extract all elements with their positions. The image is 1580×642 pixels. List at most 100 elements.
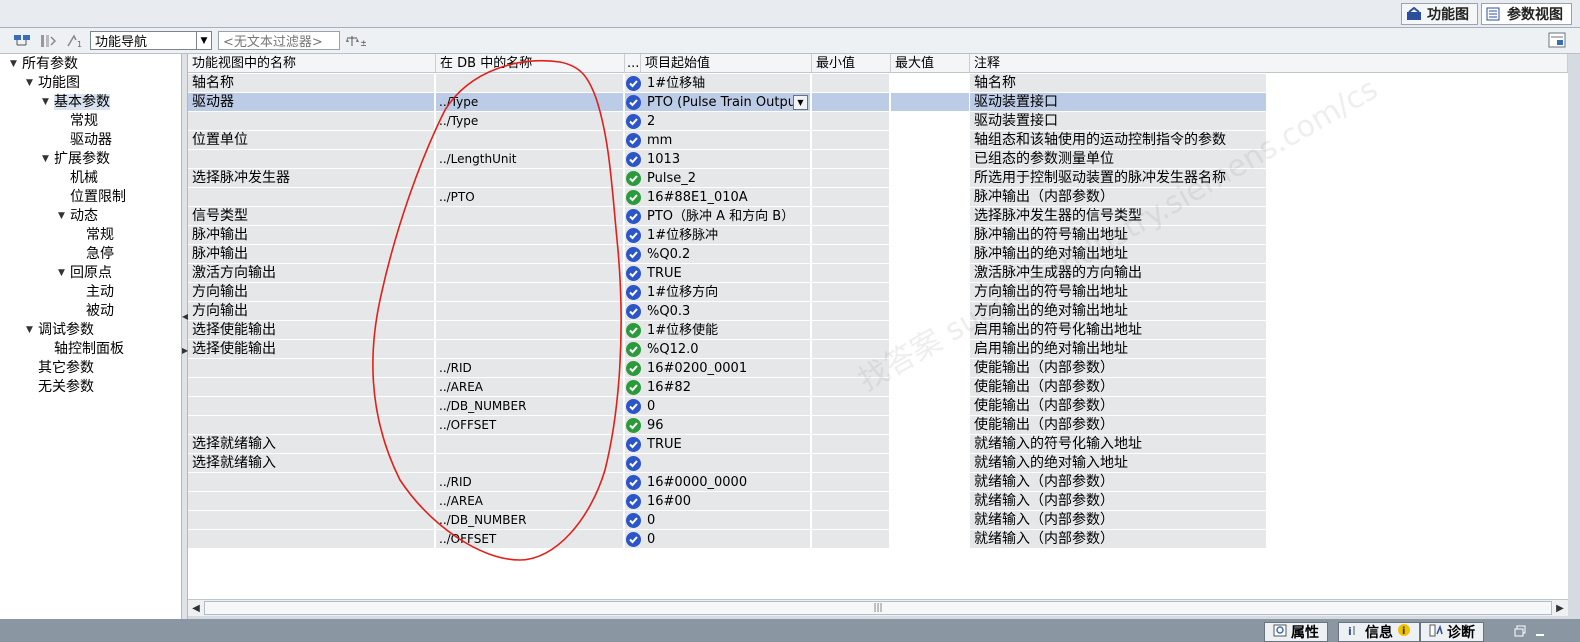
- cell-db-name[interactable]: [436, 321, 624, 340]
- table-row[interactable]: ../RID 16#0000_0000 就绪输入（内部参数）: [188, 473, 1268, 492]
- table-row[interactable]: 轴名称 1#位移轴 轴名称: [188, 74, 1268, 93]
- cell-comment[interactable]: 轴组态和该轴使用的运动控制指令的参数: [970, 131, 1266, 150]
- tree-item[interactable]: 常规: [74, 226, 114, 245]
- cell-function-name[interactable]: 信号类型: [188, 207, 435, 226]
- cell-start-value[interactable]: PTO（脉冲 A 和方向 B）: [625, 207, 811, 226]
- cell-min-value[interactable]: [812, 511, 890, 530]
- tree-item[interactable]: ▼ 回原点: [58, 264, 112, 283]
- tree-item[interactable]: ▼ 动态: [58, 207, 98, 226]
- tree-item[interactable]: ▼ 扩展参数: [42, 150, 110, 169]
- cell-start-value[interactable]: 1#位移使能: [625, 321, 811, 340]
- cell-min-value[interactable]: [812, 188, 890, 207]
- cell-db-name[interactable]: [436, 435, 624, 454]
- cell-min-value[interactable]: [812, 378, 890, 397]
- cell-comment[interactable]: 就绪输入（内部参数）: [970, 511, 1266, 530]
- cell-max-value[interactable]: [891, 245, 969, 264]
- expand-arrow-icon[interactable]: ▼: [58, 264, 70, 283]
- table-row[interactable]: 脉冲输出 %Q0.2 脉冲输出的绝对输出地址: [188, 245, 1268, 264]
- cell-min-value[interactable]: [812, 530, 890, 549]
- cell-db-name[interactable]: ../Type: [436, 93, 624, 112]
- cell-min-value[interactable]: [812, 112, 890, 131]
- cell-max-value[interactable]: [891, 131, 969, 150]
- header-comment[interactable]: 注释: [970, 54, 1568, 73]
- cell-comment[interactable]: 已组态的参数测量单位: [970, 150, 1266, 169]
- cell-min-value[interactable]: [812, 492, 890, 511]
- expand-arrow-icon[interactable]: ▼: [42, 93, 54, 112]
- cell-db-name[interactable]: [436, 169, 624, 188]
- cell-function-name[interactable]: 选择脉冲发生器: [188, 169, 435, 188]
- cell-min-value[interactable]: [812, 169, 890, 188]
- cell-function-name[interactable]: [188, 378, 435, 397]
- tree-item[interactable]: 驱动器: [58, 131, 112, 150]
- cell-start-value[interactable]: 16#00: [625, 492, 811, 511]
- cell-comment[interactable]: 脉冲输出（内部参数）: [970, 188, 1266, 207]
- cell-function-name[interactable]: [188, 397, 435, 416]
- cell-min-value[interactable]: [812, 397, 890, 416]
- cell-min-value[interactable]: [812, 150, 890, 169]
- tree-item[interactable]: ▼ 基本参数: [42, 93, 110, 112]
- table-row[interactable]: ../AREA 16#82 使能输出（内部参数）: [188, 378, 1268, 397]
- header-status[interactable]: ...: [625, 54, 641, 73]
- cell-function-name[interactable]: 激活方向输出: [188, 264, 435, 283]
- cell-max-value[interactable]: [891, 169, 969, 188]
- cell-min-value[interactable]: [812, 283, 890, 302]
- cell-max-value[interactable]: [891, 321, 969, 340]
- table-row[interactable]: ../DB_NUMBER 0 就绪输入（内部参数）: [188, 511, 1268, 530]
- tree-item[interactable]: 主动: [74, 283, 114, 302]
- cell-db-name[interactable]: [436, 283, 624, 302]
- cell-start-value[interactable]: 1#位移方向: [625, 283, 811, 302]
- tree-item[interactable]: 被动: [74, 302, 114, 321]
- horizontal-scrollbar[interactable]: ◀ ||| ▶: [188, 599, 1568, 616]
- table-row[interactable]: 信号类型 PTO（脉冲 A 和方向 B） 选择脉冲发生器的信号类型: [188, 207, 1268, 226]
- cell-min-value[interactable]: [812, 264, 890, 283]
- cell-start-value[interactable]: Pulse_2: [625, 169, 811, 188]
- header-max-value[interactable]: 最大值: [891, 54, 970, 73]
- cell-db-name[interactable]: ../AREA: [436, 492, 624, 511]
- tab-info[interactable]: i 信息 i: [1338, 622, 1420, 642]
- cell-function-name[interactable]: 选择就绪输入: [188, 435, 435, 454]
- cell-function-name[interactable]: [188, 188, 435, 207]
- cell-min-value[interactable]: [812, 302, 890, 321]
- chevron-down-icon[interactable]: ▼: [196, 32, 211, 49]
- cell-db-name[interactable]: ../PTO: [436, 188, 624, 207]
- cell-max-value[interactable]: [891, 188, 969, 207]
- table-row[interactable]: 激活方向输出 TRUE 激活脉冲生成器的方向输出: [188, 264, 1268, 283]
- table-row[interactable]: 脉冲输出 1#位移脉冲 脉冲输出的符号输出地址: [188, 226, 1268, 245]
- cell-max-value[interactable]: [891, 340, 969, 359]
- cell-function-name[interactable]: 方向输出: [188, 283, 435, 302]
- cell-comment[interactable]: 轴名称: [970, 74, 1266, 93]
- tab-function-view[interactable]: 功能图: [1401, 3, 1478, 25]
- cell-function-name[interactable]: 位置单位: [188, 131, 435, 150]
- expand-arrow-icon[interactable]: ▼: [58, 207, 70, 226]
- cell-max-value[interactable]: [891, 530, 969, 549]
- table-row[interactable]: ../OFFSET 96 使能输出（内部参数）: [188, 416, 1268, 435]
- cell-function-name[interactable]: [188, 359, 435, 378]
- cell-min-value[interactable]: [812, 226, 890, 245]
- cell-max-value[interactable]: [891, 93, 969, 112]
- cell-start-value[interactable]: 16#82: [625, 378, 811, 397]
- cell-function-name[interactable]: 方向输出: [188, 302, 435, 321]
- cell-db-name[interactable]: [436, 245, 624, 264]
- header-function-name[interactable]: 功能视图中的名称: [188, 54, 436, 73]
- cell-start-value[interactable]: 1013: [625, 150, 811, 169]
- cell-start-value[interactable]: 16#0000_0000: [625, 473, 811, 492]
- cell-comment[interactable]: 就绪输入（内部参数）: [970, 473, 1266, 492]
- cell-start-value[interactable]: 1#位移脉冲: [625, 226, 811, 245]
- cell-db-name[interactable]: ../Type: [436, 112, 624, 131]
- cell-db-name[interactable]: ../RID: [436, 359, 624, 378]
- cell-comment[interactable]: 方向输出的符号输出地址: [970, 283, 1266, 302]
- cell-db-name[interactable]: [436, 454, 624, 473]
- cell-db-name[interactable]: ../DB_NUMBER: [436, 397, 624, 416]
- cell-min-value[interactable]: [812, 473, 890, 492]
- cell-comment[interactable]: 驱动装置接口: [970, 112, 1266, 131]
- cell-max-value[interactable]: [891, 397, 969, 416]
- cell-max-value[interactable]: [891, 207, 969, 226]
- tree-item[interactable]: ▼ 功能图: [26, 74, 80, 93]
- cell-db-name[interactable]: ../OFFSET: [436, 530, 624, 549]
- table-row[interactable]: 选择就绪输入 就绪输入的绝对输入地址: [188, 454, 1268, 473]
- cell-comment[interactable]: 就绪输入（内部参数）: [970, 530, 1266, 549]
- cell-db-name[interactable]: [436, 226, 624, 245]
- cell-start-value[interactable]: 96: [625, 416, 811, 435]
- scroll-left-icon[interactable]: ◀: [189, 601, 203, 615]
- table-row[interactable]: ../AREA 16#00 就绪输入（内部参数）: [188, 492, 1268, 511]
